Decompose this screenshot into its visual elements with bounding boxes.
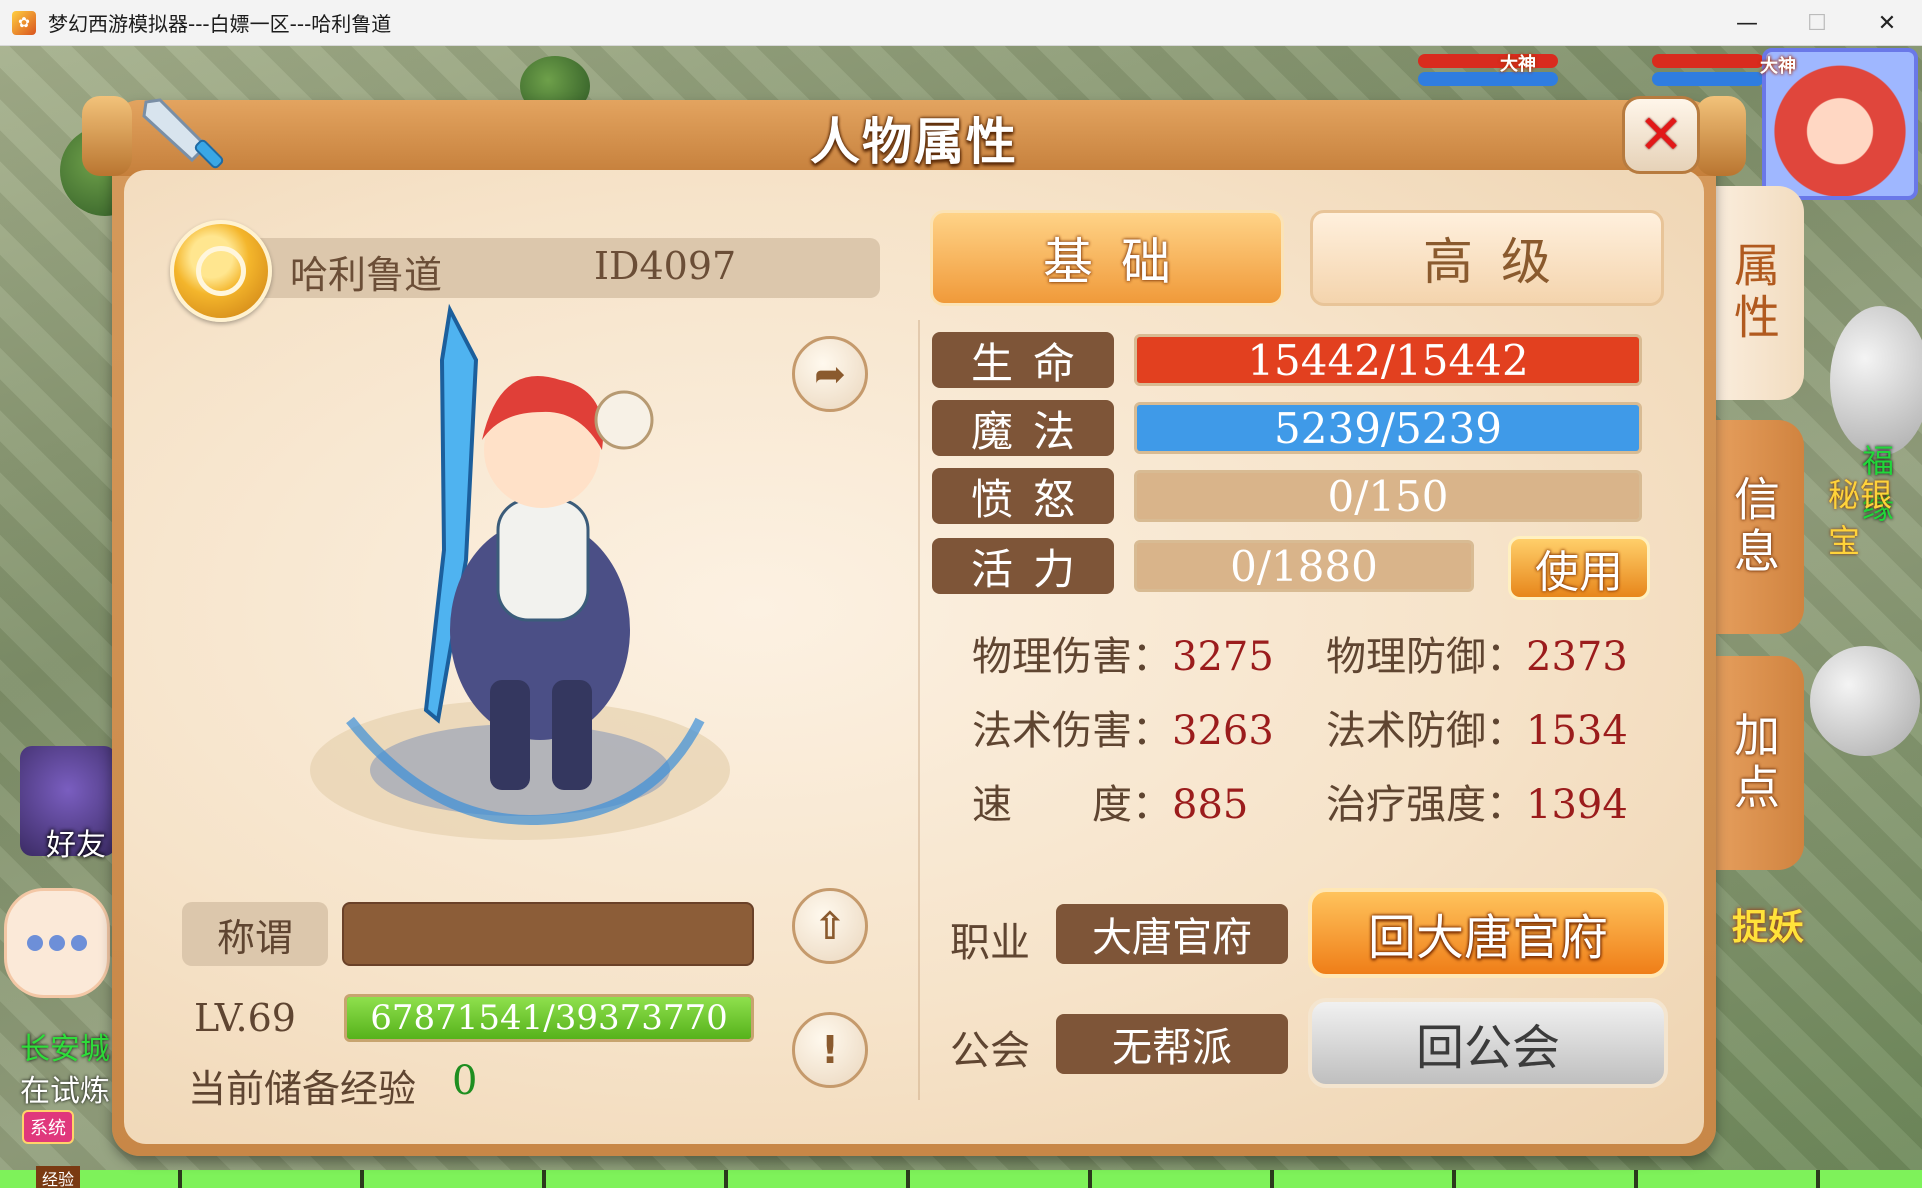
hp-value: 15442/15442	[1247, 335, 1529, 385]
tab-add-points-label: 加点	[1727, 711, 1781, 815]
return-sect-button[interactable]: 回大唐官府	[1308, 888, 1668, 978]
rage-value: 0/150	[1327, 471, 1449, 521]
friend-label: 好友	[46, 828, 106, 863]
attr-phys-def: 物理防御：2373	[1326, 634, 1628, 680]
exp-strip	[0, 1170, 1922, 1188]
mp-value: 5239/5239	[1274, 403, 1502, 453]
tab-attributes-label: 属性	[1727, 241, 1781, 345]
title-cap-left	[82, 96, 132, 176]
window-close-button[interactable]: ✕	[1852, 0, 1922, 46]
minimize-button[interactable]: —	[1712, 0, 1782, 46]
tab-advanced[interactable]: 高级	[1310, 210, 1664, 306]
attr-magic-def: 法术防御：1534	[1326, 708, 1628, 754]
exp-strip-label: 经验	[36, 1166, 81, 1188]
pet-mp-bar	[1418, 72, 1558, 86]
exp-text: 67871541/39373770	[370, 998, 728, 1038]
character-id: ID4097	[594, 244, 737, 288]
rage-bar: 0/150	[1134, 470, 1642, 522]
tab-info-label: 信息	[1727, 475, 1781, 579]
right-label-zhuoyao[interactable]: 捉妖	[1732, 898, 1804, 950]
upload-icon[interactable]: ⇧	[792, 888, 868, 964]
attr-heal: 治疗强度：1394	[1326, 782, 1628, 828]
window-title: 梦幻西游模拟器---白嫖一区---哈利鲁道	[48, 12, 392, 36]
system-badge: 系统	[22, 1110, 74, 1144]
exp-bar: 67871541/39373770	[344, 994, 754, 1042]
rage-label: 愤怒	[932, 468, 1114, 524]
attr-speed: 速 度：885	[972, 782, 1249, 828]
app-icon: ✿	[12, 10, 36, 35]
sword-icon	[142, 98, 224, 169]
vitality-value: 0/1880	[1230, 541, 1378, 591]
city-label: 长安城	[20, 1032, 110, 1067]
scene-stone	[1810, 646, 1920, 756]
chat-bubble-button[interactable]	[4, 888, 110, 998]
panel-divider	[918, 320, 920, 1100]
pet-tag: 大神	[1500, 54, 1536, 75]
maximize-button[interactable]: ☐	[1782, 0, 1852, 46]
vitality-bar: 0/1880	[1134, 540, 1474, 592]
panel-title: 人物属性	[810, 113, 1018, 171]
exclamation-icon[interactable]: !	[792, 1012, 868, 1088]
mp-bar: 5239/5239	[1134, 402, 1642, 454]
tab-attributes[interactable]: 属性	[1704, 186, 1804, 400]
right-label-miyinbao[interactable]: 秘银宝	[1828, 470, 1922, 562]
pet-hp-bar	[1418, 54, 1558, 68]
window-titlebar: ✿ 梦幻西游模拟器---白嫖一区---哈利鲁道 — ☐ ✕	[0, 0, 1922, 46]
attr-phys-atk: 物理伤害：3275	[972, 634, 1274, 680]
scene-stone	[1830, 306, 1922, 456]
panel-close-button[interactable]: ✕	[1622, 96, 1700, 174]
guild-value: 无帮派	[1056, 1014, 1288, 1074]
vitality-label: 活力	[932, 538, 1114, 594]
level-text: LV.69	[194, 996, 296, 1040]
return-guild-button[interactable]: 回公会	[1308, 998, 1668, 1088]
hp-bar: 15442/15442	[1134, 334, 1642, 386]
panel-title-plate: 人物属性	[112, 100, 1716, 176]
use-button[interactable]: 使用	[1508, 536, 1650, 600]
player-mp-bar	[1652, 72, 1764, 86]
tab-info[interactable]: 信息	[1704, 420, 1804, 634]
tab-basic[interactable]: 基础	[930, 210, 1284, 306]
character-name: 哈利鲁道	[290, 253, 443, 297]
mp-label: 魔法	[932, 400, 1114, 456]
stored-exp-value: 0	[452, 1058, 478, 1104]
guild-label: 公会	[950, 1028, 1030, 1074]
player-tag: 大神	[1760, 56, 1796, 77]
title-cap-right	[1696, 96, 1746, 176]
hp-label: 生命	[932, 332, 1114, 388]
share-icon[interactable]: ➦	[792, 336, 868, 412]
job-value: 大唐官府	[1056, 904, 1288, 964]
job-label: 职业	[950, 920, 1030, 966]
player-hp-bar	[1652, 54, 1764, 68]
title-label: 称谓	[182, 902, 328, 966]
title-value	[342, 902, 754, 966]
trial-label: 在试炼	[20, 1074, 110, 1109]
attr-magic-atk: 法术伤害：3263	[972, 708, 1274, 754]
window-controls: — ☐ ✕	[1712, 0, 1922, 46]
tab-add-points[interactable]: 加点	[1704, 656, 1804, 870]
close-icon: ✕	[1638, 103, 1684, 166]
character-portrait	[310, 303, 730, 840]
stored-exp-label: 当前储备经验	[188, 1067, 417, 1111]
